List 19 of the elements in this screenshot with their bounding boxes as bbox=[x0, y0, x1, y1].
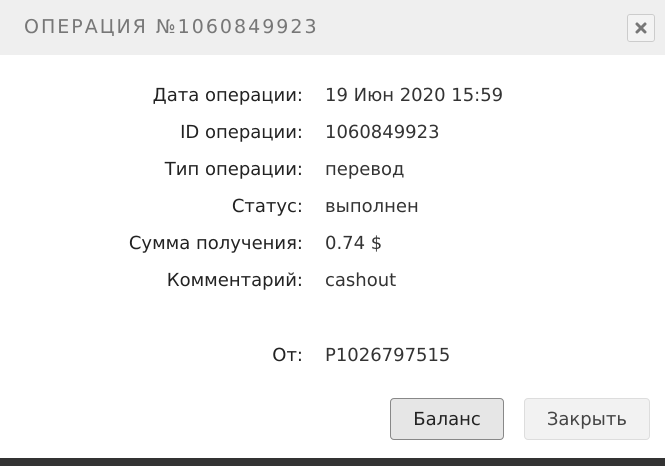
field-value: перевод bbox=[325, 158, 406, 182]
field-value: cashout bbox=[325, 269, 398, 293]
field-label: Дата операции: bbox=[152, 84, 303, 108]
field-label: ID операции: bbox=[179, 121, 303, 145]
field-label: Тип операции: bbox=[164, 158, 303, 182]
dialog-button[interactable]: Закрыть bbox=[524, 398, 650, 440]
field-label: Сумма получения: bbox=[128, 232, 303, 256]
dialog-button[interactable]: Баланс bbox=[390, 398, 504, 440]
field-label: От: bbox=[271, 344, 303, 368]
field-value: 0.74 $ bbox=[325, 232, 384, 256]
field-value: 19 Июн 2020 15:59 bbox=[325, 84, 504, 108]
close-icon bbox=[635, 22, 647, 34]
close-button[interactable] bbox=[627, 14, 655, 42]
field-value: 1060849923 bbox=[325, 121, 441, 145]
field-value: выполнен bbox=[325, 195, 420, 219]
field-value: P1026797515 bbox=[325, 344, 452, 368]
field-label: Комментарий: bbox=[166, 269, 303, 293]
dialog-title: ОПЕРАЦИЯ №1060849923 bbox=[24, 15, 319, 40]
field-label: Статус: bbox=[230, 195, 303, 219]
